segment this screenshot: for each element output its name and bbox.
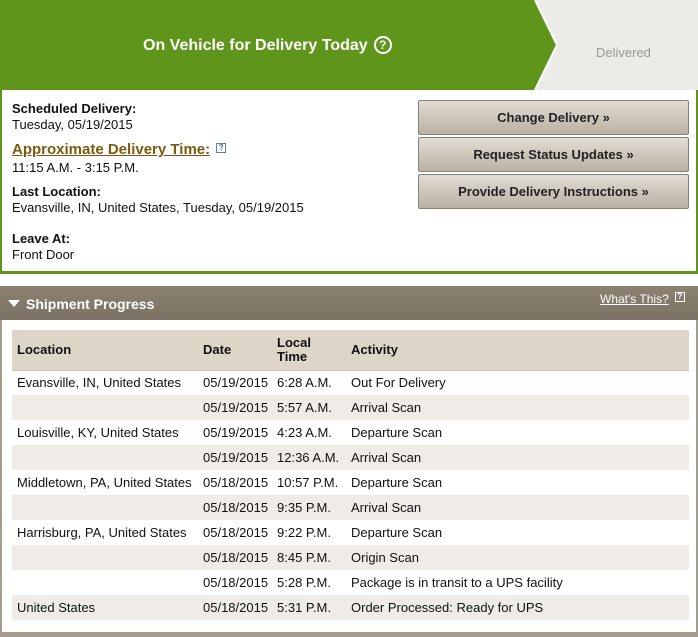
cell-location bbox=[12, 495, 199, 520]
cell-time: 12:36 A.M. bbox=[273, 445, 347, 470]
shipment-progress-table: Location Date Local Time Activity Evansv… bbox=[12, 330, 689, 620]
step-arrow bbox=[533, 0, 557, 90]
cell-time: 4:23 A.M. bbox=[277, 425, 332, 440]
cell-activity: Arrival Scan bbox=[347, 445, 689, 470]
cell-time: 9:22 P.M. bbox=[277, 525, 331, 540]
cell-date: 05/19/2015 bbox=[199, 445, 273, 470]
status-next-step: Delivered bbox=[596, 45, 651, 60]
shipment-progress-body: Location Date Local Time Activity Evansv… bbox=[2, 320, 696, 632]
status-title-text: On Vehicle for Delivery Today bbox=[143, 37, 368, 54]
cell-time: 6:28 A.M. bbox=[277, 375, 332, 391]
status-banner: On Vehicle for Delivery Today? Delivered bbox=[0, 0, 698, 90]
cell-activity: Departure Scan bbox=[351, 425, 443, 440]
help-icon[interactable]: ? bbox=[216, 143, 227, 153]
approx-delivery-time-label[interactable]: Approximate Delivery Time: bbox=[12, 141, 210, 158]
column-header-activity: Activity bbox=[347, 330, 689, 371]
cell-activity: Arrival Scan bbox=[347, 395, 689, 420]
help-icon[interactable]: ? bbox=[674, 292, 685, 302]
table-header-row: Location Date Local Time Activity bbox=[12, 330, 689, 371]
cell-activity: Arrival Scan bbox=[347, 495, 689, 520]
cell-date: 05/18/2015 bbox=[199, 545, 273, 570]
cell-date: 05/18/2015 bbox=[203, 525, 269, 540]
cell-activity: Departure Scan bbox=[351, 475, 443, 490]
shipment-progress-title: Shipment Progress bbox=[26, 296, 155, 312]
approx-delivery-time-value: 11:15 A.M. - 3:15 P.M. bbox=[12, 160, 139, 175]
shipment-progress-header[interactable]: Shipment Progress What's This?? bbox=[0, 286, 698, 320]
table-row: 05/19/2015 12:36 A.M. Arrival Scan bbox=[12, 445, 689, 470]
provide-delivery-instructions-button[interactable]: Provide Delivery Instructions » bbox=[418, 174, 689, 209]
cell-activity: Order Processed: Ready for UPS bbox=[347, 595, 689, 620]
cell-time: 10:57 P.M. bbox=[277, 475, 339, 490]
status-title: On Vehicle for Delivery Today? bbox=[143, 36, 392, 55]
cell-location bbox=[12, 545, 199, 570]
table-row: 05/18/2015 8:45 P.M. Origin Scan bbox=[12, 545, 689, 570]
table-row: Evansville, IN, United States 05/19/2015 6… bbox=[12, 370, 689, 395]
cell-date: 05/18/2015 bbox=[199, 595, 273, 620]
table-row: Harrisburg, PA, United States 05/18/2015 9… bbox=[12, 520, 689, 545]
table-row: 05/18/2015 9:35 P.M. Arrival Scan bbox=[12, 495, 689, 520]
leave-at-label: Leave At: bbox=[12, 231, 71, 246]
leave-at-value: Front Door bbox=[12, 247, 75, 262]
table-row: 05/18/2015 5:28 P.M. Package is in transit… bbox=[12, 570, 689, 595]
change-delivery-button[interactable]: Change Delivery » bbox=[418, 100, 689, 135]
cell-location bbox=[12, 395, 199, 420]
cell-location: United States bbox=[12, 595, 199, 620]
table-row: 05/19/2015 5:57 A.M. Arrival Scan bbox=[12, 395, 689, 420]
cell-time: 5:28 P.M. bbox=[277, 575, 331, 590]
cell-activity: Origin Scan bbox=[347, 545, 689, 570]
last-location-label: Last Location: bbox=[12, 184, 101, 199]
cell-location: Louisville, KY, United States bbox=[17, 425, 179, 440]
cell-date: 05/19/2015 bbox=[203, 375, 269, 391]
cell-date: 05/19/2015 bbox=[203, 425, 269, 440]
shipment-progress-panel: Shipment Progress What's This?? Location… bbox=[0, 286, 698, 637]
table-row: Middletown, PA, United States 05/18/2015 1… bbox=[12, 470, 689, 495]
column-header-location: Location bbox=[12, 330, 199, 371]
cell-date: 05/18/2015 bbox=[203, 575, 269, 590]
column-header-local-time: Local Time bbox=[273, 330, 347, 371]
column-header-local-time-label: Local Time bbox=[277, 334, 311, 364]
whats-this-label[interactable]: What's This? bbox=[600, 292, 669, 306]
last-location-value: Evansville, IN, United States, Tuesday, … bbox=[12, 200, 304, 215]
approx-delivery-time-link[interactable]: Approximate Delivery Time:? bbox=[12, 141, 227, 158]
cell-date: 05/19/2015 bbox=[199, 395, 273, 420]
cell-time: 5:31 P.M. bbox=[273, 595, 347, 620]
scheduled-delivery-label: Scheduled Delivery: bbox=[12, 101, 137, 116]
request-status-updates-button[interactable]: Request Status Updates » bbox=[418, 137, 689, 172]
cell-activity: Departure Scan bbox=[351, 525, 443, 540]
cell-time: 9:35 P.M. bbox=[273, 495, 347, 520]
cell-date: 05/18/2015 bbox=[203, 475, 269, 490]
cell-time: 5:57 A.M. bbox=[273, 395, 347, 420]
cell-activity: Out For Delivery bbox=[351, 375, 446, 391]
help-icon[interactable]: ? bbox=[373, 36, 392, 54]
scheduled-delivery-value: Tuesday, 05/19/2015 bbox=[12, 117, 133, 132]
table-row: United States 05/18/2015 5:31 P.M. Order Pr… bbox=[12, 595, 689, 620]
cell-date: 05/18/2015 bbox=[199, 495, 273, 520]
cell-time: 8:45 P.M. bbox=[273, 545, 347, 570]
cell-location: Evansville, IN, United States bbox=[17, 375, 182, 391]
collapse-caret-icon[interactable] bbox=[8, 300, 20, 307]
table-row: Louisville, KY, United States 05/19/2015 4… bbox=[12, 420, 689, 445]
cell-location bbox=[12, 570, 199, 595]
cell-location bbox=[12, 445, 199, 470]
cell-activity: Package is in transit to a UPS facility bbox=[351, 575, 563, 590]
cell-location: Harrisburg, PA, United States bbox=[17, 525, 187, 540]
column-header-date: Date bbox=[199, 330, 273, 371]
whats-this-link[interactable]: What's This?? bbox=[600, 292, 685, 306]
delivery-details: Scheduled Delivery: Tuesday, 05/19/2015 … bbox=[0, 90, 698, 274]
cell-location: Middletown, PA, United States bbox=[17, 475, 192, 490]
